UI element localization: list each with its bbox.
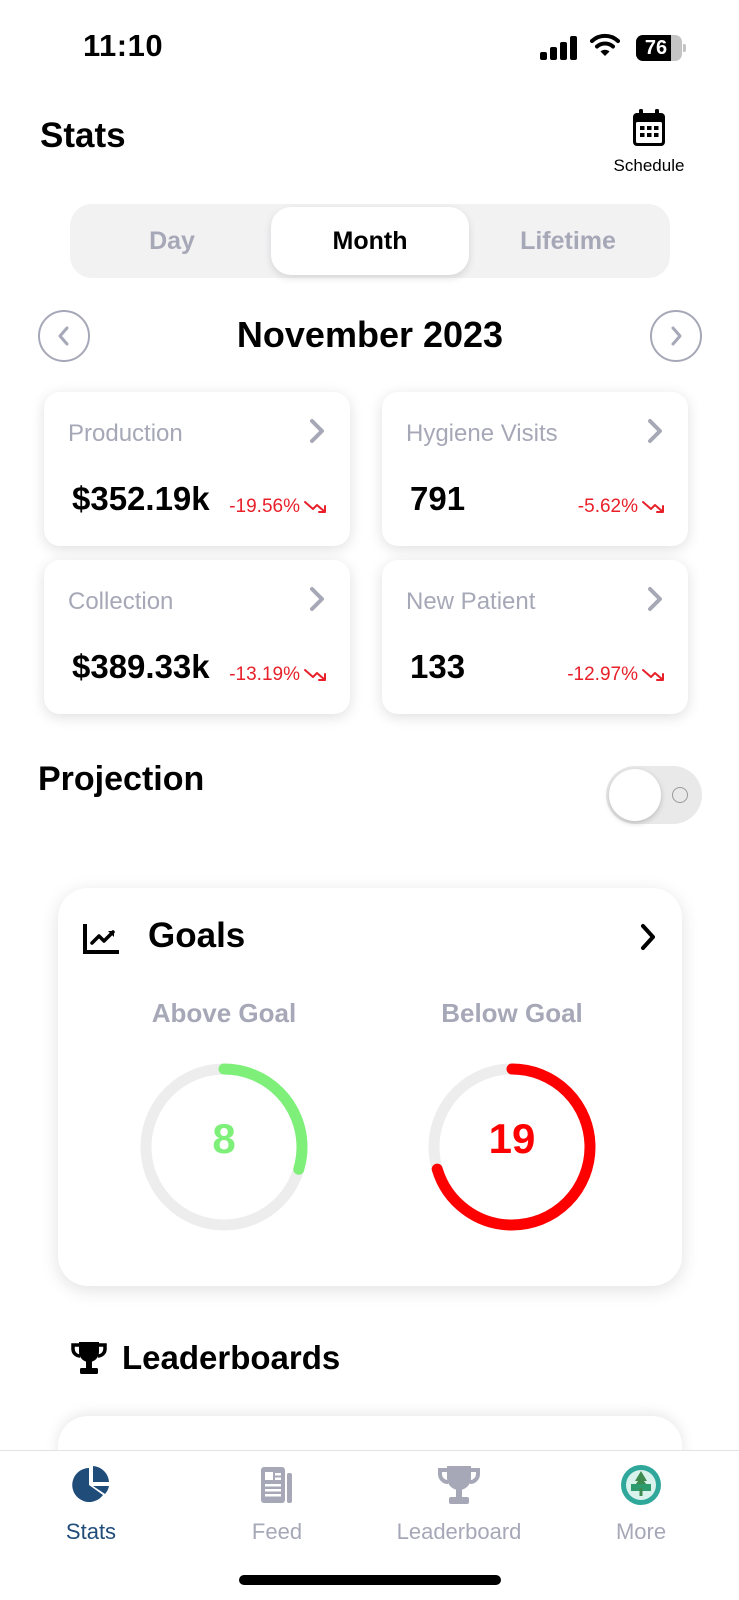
metric-change-percent: -5.62% bbox=[577, 496, 638, 517]
trend-down-icon bbox=[304, 669, 326, 681]
battery-percent: 76 bbox=[644, 37, 668, 59]
tab-lifetime[interactable]: Lifetime bbox=[469, 207, 667, 275]
chevron-right-icon bbox=[671, 326, 682, 346]
chevron-right-icon bbox=[648, 587, 662, 611]
tab-label: Feed bbox=[251, 1519, 303, 1544]
tab-month[interactable]: Month bbox=[271, 207, 469, 275]
metric-change-percent: -19.56% bbox=[229, 496, 300, 517]
trend-down-icon bbox=[642, 669, 664, 681]
metric-card-collection[interactable]: Collection $389.33k -13.19% bbox=[44, 560, 350, 714]
leaderboards-header: Leaderboards bbox=[70, 1336, 340, 1380]
metric-value: 791 bbox=[410, 480, 466, 517]
page-title: Stats bbox=[40, 116, 126, 155]
below-goal-value: 19 bbox=[488, 1115, 536, 1162]
tab-feed[interactable]: Feed bbox=[192, 1463, 362, 1545]
metric-card-hygiene-visits[interactable]: Hygiene Visits 791 -5.62% bbox=[382, 392, 688, 546]
below-goal-label: Below Goal bbox=[441, 998, 583, 1028]
schedule-label: Schedule bbox=[613, 156, 685, 175]
tab-label: Leaderboard bbox=[396, 1519, 522, 1544]
metric-label: Hygiene Visits bbox=[406, 420, 558, 447]
projection-title: Projection bbox=[38, 760, 205, 798]
goals-title: Goals bbox=[148, 916, 246, 955]
tab-day[interactable]: Day bbox=[73, 207, 271, 275]
chevron-right-icon bbox=[310, 587, 324, 611]
metric-value: $352.19k bbox=[72, 480, 210, 517]
pie-chart-icon bbox=[72, 1466, 109, 1502]
trophy-icon bbox=[71, 1342, 107, 1374]
metric-label: Production bbox=[68, 420, 183, 447]
above-goal-section: Above Goal 8 bbox=[94, 998, 354, 1237]
trend-down-icon bbox=[304, 501, 326, 513]
month-navigator: November 2023 bbox=[38, 310, 702, 362]
metric-change: -19.56% bbox=[229, 496, 328, 518]
above-goal-label: Above Goal bbox=[151, 998, 297, 1028]
cellular-signal-icon bbox=[540, 36, 578, 60]
tab-leaderboard[interactable]: Leaderboard bbox=[374, 1463, 544, 1545]
metric-label: New Patient bbox=[406, 588, 536, 615]
calendar-icon bbox=[633, 109, 665, 146]
wifi-icon bbox=[590, 32, 620, 58]
metric-change: -5.62% bbox=[578, 496, 666, 518]
tab-stats[interactable]: Stats bbox=[6, 1463, 176, 1545]
home-indicator bbox=[239, 1575, 501, 1585]
above-goal-value: 8 bbox=[212, 1115, 236, 1162]
tab-label: Stats bbox=[65, 1519, 117, 1544]
trophy-icon bbox=[438, 1466, 480, 1504]
toggle-knob bbox=[609, 769, 661, 821]
schedule-button[interactable]: Schedule bbox=[604, 108, 694, 182]
chevron-right-icon[interactable] bbox=[638, 922, 658, 952]
metric-change: -12.97% bbox=[567, 664, 666, 686]
chart-line-icon bbox=[83, 924, 119, 954]
status-bar: 11:10 76 bbox=[0, 0, 739, 100]
tab-label: More bbox=[615, 1519, 667, 1544]
metric-card-new-patient[interactable]: New Patient 133 -12.97% bbox=[382, 560, 688, 714]
toggle-off-indicator bbox=[672, 787, 688, 803]
metric-value: 133 bbox=[410, 648, 466, 685]
above-goal-ring: 8 bbox=[134, 1057, 314, 1237]
tab-more[interactable]: More bbox=[556, 1463, 726, 1545]
chevron-right-icon bbox=[648, 419, 662, 443]
status-time: 11:10 bbox=[83, 28, 164, 63]
month-title: November 2023 bbox=[236, 314, 504, 355]
metric-card-production[interactable]: Production $352.19k -19.56% bbox=[44, 392, 350, 546]
leaderboards-title: Leaderboards bbox=[122, 1339, 341, 1376]
goals-card[interactable]: Goals Above Goal 8 Below Goal 19 bbox=[58, 888, 682, 1286]
newspaper-icon bbox=[261, 1467, 292, 1503]
chevron-right-icon bbox=[310, 419, 324, 443]
projection-toggle[interactable] bbox=[606, 766, 702, 824]
below-goal-section: Below Goal 19 bbox=[382, 998, 642, 1237]
metric-value: $389.33k bbox=[72, 648, 210, 685]
metric-label: Collection bbox=[68, 588, 174, 615]
metric-change: -13.19% bbox=[229, 664, 328, 686]
next-month-button[interactable] bbox=[650, 310, 702, 362]
trend-down-icon bbox=[642, 501, 664, 513]
below-goal-ring: 19 bbox=[422, 1057, 602, 1237]
metric-change-percent: -12.97% bbox=[567, 664, 638, 685]
battery-icon: 76 bbox=[636, 35, 686, 61]
metric-change-percent: -13.19% bbox=[229, 664, 300, 685]
period-segmented-control: Day Month Lifetime bbox=[70, 204, 670, 278]
practice-logo-icon bbox=[621, 1465, 661, 1505]
